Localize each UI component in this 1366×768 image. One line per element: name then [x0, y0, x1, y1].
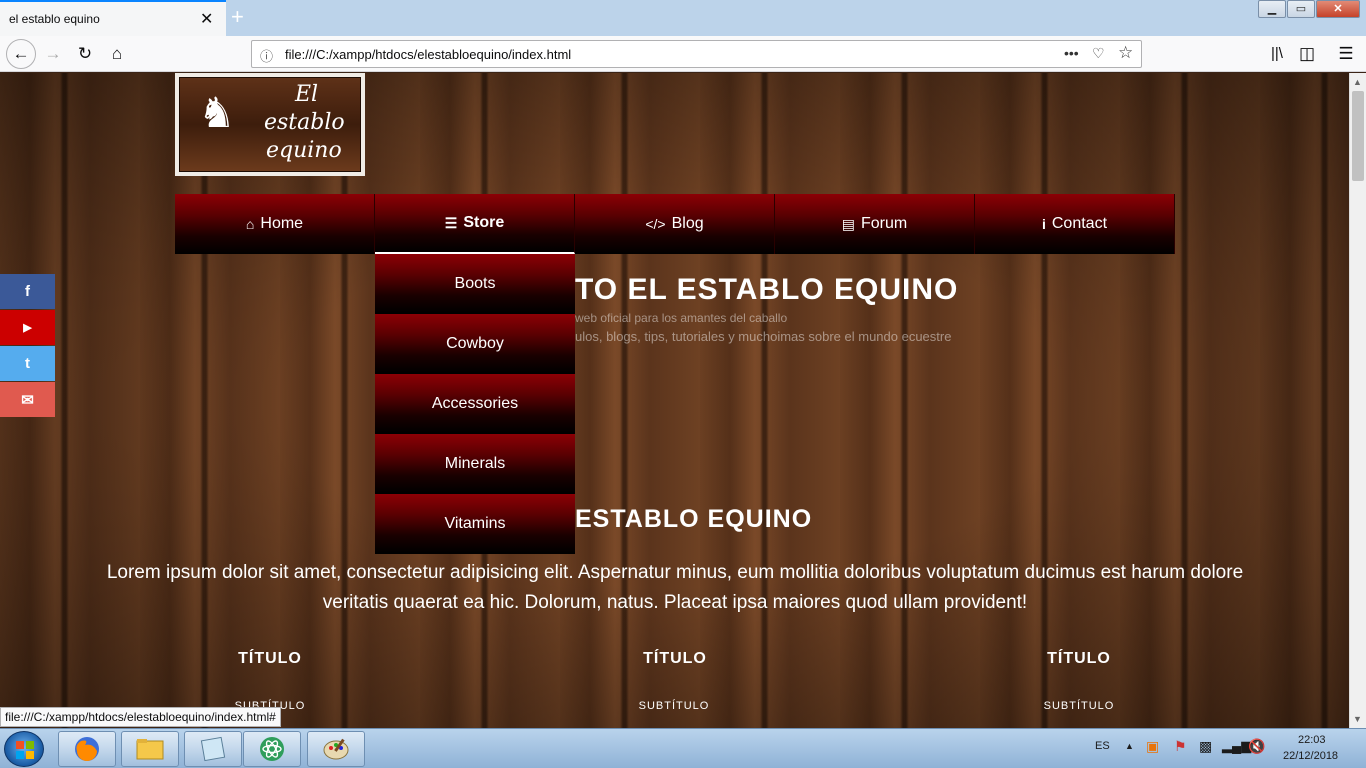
- page-content: ♞ El establo equino TO EL ESTABLO EQUINO…: [0, 73, 1349, 728]
- scroll-down-icon[interactable]: ▼: [1353, 714, 1362, 724]
- windows-logo-icon: [16, 741, 34, 759]
- menu-label-blog: Blog: [671, 215, 704, 232]
- site-logo[interactable]: ♞ El establo equino: [175, 73, 365, 176]
- scroll-up-icon[interactable]: ▲: [1353, 77, 1362, 87]
- atom-icon[interactable]: [243, 731, 301, 767]
- library-icon[interactable]: ||\: [1264, 41, 1290, 67]
- reload-icon[interactable]: ↻: [72, 41, 98, 67]
- device-icon[interactable]: ▩: [1199, 738, 1212, 755]
- menu-item-contact[interactable]: i Contact: [975, 194, 1175, 254]
- menu-label-contact: Contact: [1051, 215, 1108, 232]
- menu-item-blog[interactable]: </> Blog: [575, 194, 775, 254]
- hero-subtitle: web oficial para los amantes del caballo: [575, 311, 788, 325]
- pocket-icon[interactable]: ♡: [1092, 45, 1105, 62]
- forward-arrow-icon[interactable]: →: [40, 41, 66, 67]
- minimize-button[interactable]: ▁: [1258, 0, 1286, 18]
- windows-taskbar: ES ▲ ▣ ⚑ ▩ ▂▄▆ 🔇 22:03 22/12/2018: [0, 728, 1366, 768]
- start-button[interactable]: [4, 731, 44, 767]
- firefox-icon[interactable]: [58, 731, 116, 767]
- home-icon: ⌂: [245, 216, 255, 232]
- section-title: ESTABLO EQUINO: [575, 505, 813, 533]
- mail-icon[interactable]: ✉: [0, 382, 55, 417]
- paint-icon[interactable]: [307, 731, 365, 767]
- list-icon: ☰: [444, 214, 458, 231]
- tab-close-icon[interactable]: ✕: [200, 9, 213, 29]
- close-window-button[interactable]: ✕: [1316, 0, 1360, 18]
- main-menu: ⌂ Home ☰ Store </> Blog ▤ Forum i Contac…: [175, 194, 1175, 254]
- youtube-icon[interactable]: ▶: [0, 310, 55, 345]
- horse-icon: ♞: [198, 89, 236, 136]
- back-arrow-icon[interactable]: ←: [6, 39, 36, 69]
- column-1-title: TÍTULO: [238, 650, 302, 667]
- more-icon[interactable]: •••: [1064, 45, 1079, 61]
- info-icon: i: [1041, 216, 1046, 232]
- new-tab-button[interactable]: +: [231, 4, 244, 30]
- menu-label-store: Store: [463, 214, 505, 231]
- logo-line-2: establo: [264, 110, 345, 135]
- page-scrollbar[interactable]: ▲ ▼: [1349, 73, 1366, 728]
- column-2-subtitle: SUBTÍTULO: [638, 700, 710, 712]
- logo-plaque: ♞ El establo equino: [179, 77, 361, 172]
- code-icon: </>: [645, 216, 666, 232]
- menu-label-home: Home: [260, 215, 304, 232]
- home-icon[interactable]: ⌂: [104, 41, 130, 67]
- dropdown-item-accessories[interactable]: Accessories: [375, 374, 575, 434]
- action-center-icon[interactable]: ⚑: [1174, 738, 1187, 755]
- document-icon: ▤: [841, 215, 855, 232]
- menu-item-store[interactable]: ☰ Store: [375, 194, 575, 254]
- logo-line-1: El: [295, 82, 319, 107]
- maximize-button[interactable]: ▭: [1287, 0, 1315, 18]
- show-hidden-icons-icon[interactable]: ▲: [1125, 741, 1134, 751]
- browser-titlebar: el establo equino ✕ + ▁ ▭ ✕: [0, 0, 1366, 36]
- hero-title: TO EL ESTABLO EQUINO: [575, 273, 959, 306]
- dropdown-item-vitamins[interactable]: Vitamins: [375, 494, 575, 554]
- column-2-title: TÍTULO: [643, 650, 707, 667]
- xampp-tray-icon[interactable]: ▣: [1146, 738, 1159, 755]
- dropdown-item-minerals[interactable]: Minerals: [375, 434, 575, 494]
- column-3-subtitle: SUBTÍTULO: [1043, 700, 1115, 712]
- clock-time[interactable]: 22:03: [1298, 734, 1326, 746]
- twitter-icon[interactable]: t: [0, 346, 55, 381]
- column-3-title: TÍTULO: [1047, 650, 1111, 667]
- url-text[interactable]: file:///C:/xampp/htdocs/elestabloequino/…: [285, 47, 571, 62]
- hero-description: ulos, blogs, tips, tutoriales y muchoima…: [575, 329, 952, 344]
- scrollbar-thumb[interactable]: [1352, 91, 1364, 181]
- tab-title: el establo equino: [9, 12, 100, 26]
- clock-date[interactable]: 22/12/2018: [1283, 750, 1338, 762]
- sidebar-icon[interactable]: ◫: [1294, 41, 1320, 67]
- language-indicator[interactable]: ES: [1095, 740, 1110, 752]
- section-text: Lorem ipsum dolor sit amet, consectetur …: [106, 562, 1244, 613]
- menu-label-forum: Forum: [861, 215, 908, 232]
- dropdown-item-cowboy[interactable]: Cowboy: [375, 314, 575, 374]
- info-icon[interactable]: ⓘ: [260, 46, 273, 65]
- volume-muted-icon[interactable]: 🔇: [1248, 738, 1265, 755]
- file-explorer-icon[interactable]: [121, 731, 179, 767]
- hamburger-menu-icon[interactable]: ☰: [1333, 41, 1359, 67]
- store-dropdown: Boots Cowboy Accessories Minerals Vitami…: [375, 254, 575, 554]
- window-controls: ▁ ▭ ✕: [1257, 0, 1360, 18]
- status-url: file:///C:/xampp/htdocs/elestabloequino/…: [0, 707, 281, 727]
- network-signal-icon[interactable]: ▂▄▆: [1222, 738, 1251, 754]
- url-bar[interactable]: ⓘ file:///C:/xampp/htdocs/elestabloequin…: [251, 40, 1142, 68]
- browser-tab[interactable]: el establo equino ✕: [0, 0, 226, 36]
- notepad-icon[interactable]: [184, 731, 242, 767]
- dropdown-item-boots[interactable]: Boots: [375, 254, 575, 314]
- browser-navbar: ← → ↻ ⌂ ⓘ file:///C:/xampp/htdocs/elesta…: [0, 36, 1366, 72]
- menu-item-forum[interactable]: ▤ Forum: [775, 194, 975, 254]
- bookmark-star-icon[interactable]: ☆: [1118, 43, 1133, 63]
- facebook-icon[interactable]: f: [0, 274, 55, 309]
- logo-line-3: equino: [266, 138, 342, 163]
- menu-item-home[interactable]: ⌂ Home: [175, 194, 375, 254]
